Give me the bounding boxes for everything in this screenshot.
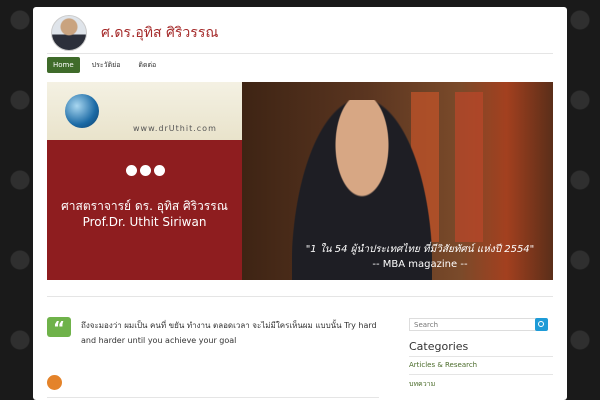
logo-badge-icon	[140, 165, 151, 176]
hero-banner: www.drUthit.com ศาสตราจารย์ ดร. อุทิส ศิ…	[47, 82, 553, 280]
content-divider	[47, 296, 553, 297]
site-url: www.drUthit.com	[133, 124, 217, 133]
categories-divider	[409, 356, 553, 357]
nav-item-home[interactable]: Home	[47, 57, 80, 73]
logo-badge-icon	[126, 165, 137, 176]
hero-quote: "1 ใน 54 ผู้นำประเทศไทย ที่มีวิสัยทัศน์ …	[305, 244, 535, 255]
site-header: ศ.ดร.อุทิส ศิริวรรณ	[47, 13, 553, 55]
post-text: ถึงจะมองว่า ผมเป็น คนที่ ขยัน ทำงาน ตลอด…	[81, 321, 377, 345]
hero-logo-panel: www.drUthit.com	[47, 82, 242, 140]
nav-item-profile[interactable]: ประวัติย่อ	[86, 56, 127, 75]
avatar[interactable]	[51, 15, 87, 51]
category-link[interactable]: บทความ	[409, 379, 435, 390]
categories-title: Categories	[409, 340, 469, 353]
main-nav: Home ประวัติย่อ ติดต่อ	[47, 57, 162, 73]
search-input[interactable]	[409, 318, 541, 331]
post-divider	[47, 397, 379, 398]
category-link[interactable]: Articles & Research	[409, 361, 477, 369]
post-format-icon[interactable]	[47, 375, 62, 390]
mural-panel	[455, 92, 483, 242]
categories-divider	[409, 374, 553, 375]
header-divider	[47, 53, 553, 54]
logo-badge-icon	[154, 165, 165, 176]
quote-icon: “	[47, 317, 71, 339]
search-button[interactable]	[535, 318, 548, 331]
page-container: ศ.ดร.อุทิส ศิริวรรณ Home ประวัติย่อ ติดต…	[33, 7, 567, 400]
globe-icon	[65, 94, 99, 128]
hero-icons	[126, 165, 165, 176]
hero-name-thai: ศาสตราจารย์ ดร. อุทิส ศิริวรรณ	[61, 199, 228, 213]
hero-quote-source: -- MBA magazine --	[372, 259, 468, 270]
site-title[interactable]: ศ.ดร.อุทิส ศิริวรรณ	[101, 22, 218, 44]
nav-item-contact[interactable]: ติดต่อ	[132, 56, 162, 75]
hero-name-english: Prof.Dr. Uthit Siriwan	[82, 215, 207, 229]
